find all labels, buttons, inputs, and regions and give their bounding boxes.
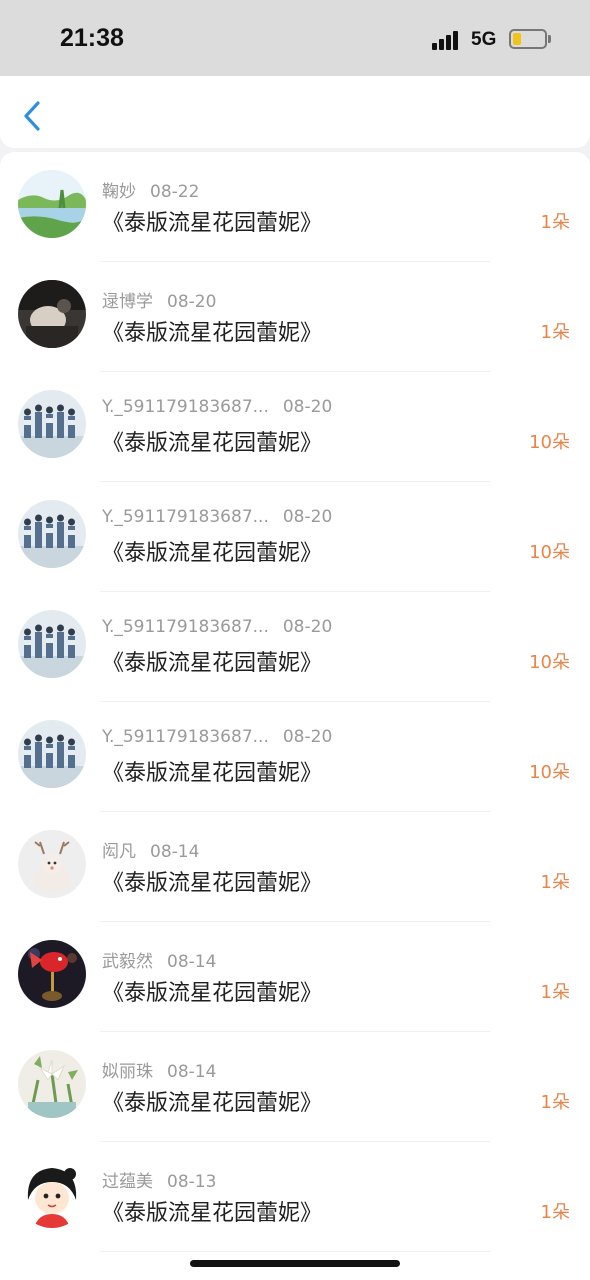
item-title: 《泰版流星花园蕾妮》	[102, 541, 323, 566]
flower-count: 1朵	[540, 1202, 570, 1223]
user-name[interactable]: Y._591179183687...	[102, 727, 269, 747]
user-name[interactable]: 逯博学	[102, 292, 153, 312]
avatar[interactable]	[18, 940, 86, 1008]
flower-count: 10朵	[529, 432, 570, 453]
avatar[interactable]	[18, 1160, 86, 1228]
item-meta: 鞠妙 08-22	[102, 177, 200, 202]
user-name[interactable]: 闳凡	[102, 842, 136, 862]
item-meta: 过蕴美 08-13	[102, 1167, 217, 1192]
user-name[interactable]: 姒丽珠	[102, 1062, 153, 1082]
battery-cap	[548, 35, 551, 43]
user-name[interactable]: Y._591179183687...	[102, 617, 269, 637]
flower-count: 10朵	[529, 542, 570, 563]
item-date: 08-20	[282, 617, 333, 637]
item-meta: Y._591179183687... 08-20	[102, 727, 332, 751]
item-date: 08-20	[167, 292, 217, 312]
flower-count: 1朵	[540, 1092, 570, 1113]
home-indicator[interactable]	[190, 1260, 400, 1267]
list-item[interactable]: Y._591179183687... 08-20 《泰版流星花园蕾妮》 10朵	[0, 592, 590, 702]
list-item[interactable]: Y._591179183687... 08-20 《泰版流星花园蕾妮》 10朵	[0, 702, 590, 812]
user-name[interactable]: 鞠妙	[102, 182, 136, 202]
list-item[interactable]: 逯博学 08-20 《泰版流星花园蕾妮》 1朵	[0, 262, 590, 372]
nav-bar	[0, 76, 590, 148]
flower-count: 1朵	[540, 872, 570, 893]
signal-icon	[432, 30, 462, 50]
avatar[interactable]	[18, 280, 86, 348]
user-name[interactable]: 过蕴美	[102, 1172, 153, 1192]
avatar[interactable]	[18, 390, 86, 458]
item-title: 《泰版流星花园蕾妮》	[102, 1091, 323, 1116]
battery-icon	[509, 29, 547, 49]
user-name[interactable]: Y._591179183687...	[102, 507, 269, 527]
flower-count: 1朵	[540, 322, 570, 343]
list-item[interactable]: Y._591179183687... 08-20 《泰版流星花园蕾妮》 10朵	[0, 482, 590, 592]
back-button[interactable]	[18, 98, 48, 134]
item-meta: Y._591179183687... 08-20	[102, 507, 332, 531]
list-item[interactable]: 武毅然 08-14 《泰版流星花园蕾妮》 1朵	[0, 922, 590, 1032]
item-date: 08-20	[282, 727, 333, 747]
item-title: 《泰版流星花园蕾妮》	[102, 981, 323, 1006]
item-title: 《泰版流星花园蕾妮》	[102, 1201, 323, 1226]
status-time: 21:38	[60, 24, 124, 52]
flower-count: 10朵	[529, 762, 570, 783]
list-item[interactable]: Y._591179183687... 08-20 《泰版流星花园蕾妮》 10朵	[0, 372, 590, 482]
gift-list: 鞠妙 08-22 《泰版流星花园蕾妮》 1朵 逯博学 08-20 《泰版流星花园蕾妮》 1朵…	[0, 152, 590, 1280]
avatar[interactable]	[18, 1050, 86, 1118]
flower-count: 1朵	[540, 982, 570, 1003]
item-title: 《泰版流星花园蕾妮》	[102, 761, 323, 786]
avatar[interactable]	[18, 170, 86, 238]
item-date: 08-14	[167, 1062, 217, 1082]
list-item[interactable]: 闳凡 08-14 《泰版流星花园蕾妮》 1朵	[0, 812, 590, 922]
item-date: 08-20	[282, 397, 333, 417]
item-date: 08-13	[167, 1172, 217, 1192]
flower-count: 10朵	[529, 652, 570, 673]
item-title: 《泰版流星花园蕾妮》	[102, 321, 323, 346]
item-meta: 闳凡 08-14	[102, 837, 200, 862]
item-title: 《泰版流星花园蕾妮》	[102, 431, 323, 456]
list-item[interactable]: 姒丽珠 08-14 《泰版流星花园蕾妮》 1朵	[0, 1032, 590, 1142]
network-type: 5G	[471, 29, 497, 50]
avatar[interactable]	[18, 500, 86, 568]
item-date: 08-20	[282, 507, 333, 527]
item-date: 08-14	[167, 952, 217, 972]
item-meta: Y._591179183687... 08-20	[102, 397, 332, 421]
item-meta: Y._591179183687... 08-20	[102, 617, 332, 641]
list-item[interactable]: 过蕴美 08-13 《泰版流星花园蕾妮》 1朵	[0, 1142, 590, 1252]
item-title: 《泰版流星花园蕾妮》	[102, 651, 323, 676]
status-bar: 21:38 5G	[0, 0, 590, 76]
avatar[interactable]	[18, 720, 86, 788]
item-title: 《泰版流星花园蕾妮》	[102, 211, 323, 236]
chevron-left-icon	[24, 101, 40, 131]
item-meta: 逯博学 08-20	[102, 287, 217, 312]
item-date: 08-22	[150, 182, 200, 202]
list-item[interactable]: 鞠妙 08-22 《泰版流星花园蕾妮》 1朵	[0, 152, 590, 262]
flower-count: 1朵	[540, 212, 570, 233]
item-meta: 姒丽珠 08-14	[102, 1057, 217, 1082]
user-name[interactable]: 武毅然	[102, 952, 153, 972]
item-date: 08-14	[150, 842, 200, 862]
item-meta: 武毅然 08-14	[102, 947, 217, 972]
item-title: 《泰版流星花园蕾妮》	[102, 871, 323, 896]
avatar[interactable]	[18, 610, 86, 678]
user-name[interactable]: Y._591179183687...	[102, 397, 269, 417]
avatar[interactable]	[18, 830, 86, 898]
